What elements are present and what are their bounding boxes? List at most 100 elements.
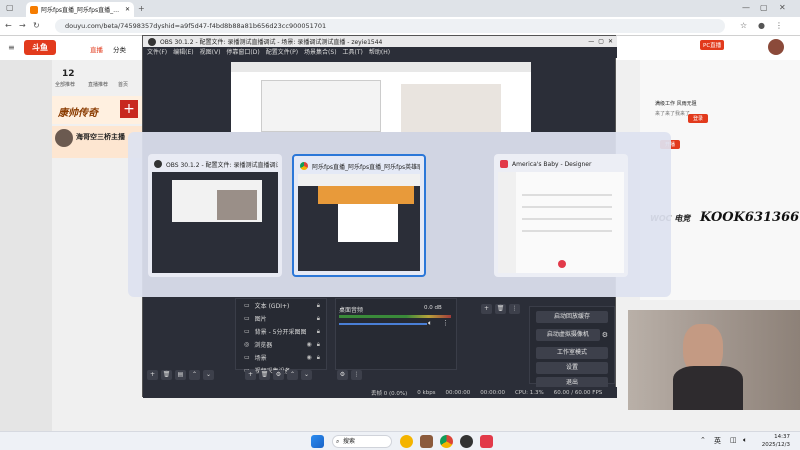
menu-edit[interactable]: 编辑(E) xyxy=(173,47,193,58)
game-banner[interactable]: 康帅传奇 + xyxy=(52,96,142,124)
webcam-feed xyxy=(628,310,800,410)
start-virtual-camera-button[interactable]: 启动虚拟摄像机 xyxy=(536,329,600,341)
source-row[interactable]: ▭ 背景 - 5分开采图图 🔒︎ xyxy=(236,325,326,338)
chrome-taskbar-icon[interactable] xyxy=(440,435,453,448)
windows-start-icon[interactable] xyxy=(311,435,324,448)
switcher-card-designer[interactable]: America's Baby - Designer xyxy=(494,154,628,277)
add-scene-button[interactable]: + xyxy=(147,370,158,380)
minimize-icon[interactable]: — xyxy=(742,3,750,13)
hamburger-menu-icon[interactable]: ≡ xyxy=(8,43,15,53)
obs-maximize-icon[interactable]: ▢ xyxy=(598,38,604,45)
bookmark-star-icon[interactable]: ☆ xyxy=(740,21,747,31)
file-explorer-icon[interactable] xyxy=(420,435,433,448)
source-up-button[interactable]: ⌃ xyxy=(287,370,298,380)
browser-tab-bar: ▢ 阿乐fps直播_阿乐fps直播_阿乐 ✕ + — ▢ ✕ xyxy=(0,0,800,17)
source-properties-button[interactable]: ⚙︎ xyxy=(273,370,284,380)
audio-menu-icon[interactable]: ⋮ xyxy=(442,319,449,327)
avatar[interactable] xyxy=(768,39,784,55)
mixer-settings-button[interactable]: ⚙︎ xyxy=(337,370,348,380)
menu-docks[interactable]: 停靠窗口(D) xyxy=(226,47,259,58)
profile-icon[interactable]: ● xyxy=(758,21,765,31)
clock-time: 14:37 xyxy=(774,434,790,440)
close-window-icon[interactable]: ✕ xyxy=(779,3,786,13)
switcher-card-chrome[interactable]: 阿乐fps直播_阿乐fps直播_阿乐fps英雄联盟直播 - Google... xyxy=(292,154,426,277)
speaker-icon[interactable]: 🔈︎ xyxy=(428,319,432,328)
tab-title: 阿乐fps直播_阿乐fps直播_阿乐 xyxy=(41,7,122,14)
mixer-menu-button[interactable]: ⋮ xyxy=(351,370,362,380)
widgets-icon[interactable] xyxy=(400,435,413,448)
menu-profile[interactable]: 配置文件(P) xyxy=(266,47,298,58)
filter-button[interactable]: ▤ xyxy=(175,370,186,380)
close-tab-icon[interactable]: ✕ xyxy=(125,6,130,13)
add-source-button[interactable]: + xyxy=(245,370,256,380)
add-transition-button[interactable]: + xyxy=(481,304,492,314)
tray-chevron-icon[interactable]: ⌃ xyxy=(700,436,706,444)
obs-close-icon[interactable]: ✕ xyxy=(608,38,613,45)
virtual-camera-settings-icon[interactable]: ⚙︎ xyxy=(602,331,608,339)
back-icon[interactable]: ← xyxy=(5,21,12,31)
douyu-logo[interactable]: 斗鱼 xyxy=(24,40,56,55)
menu-help[interactable]: 帮助(H) xyxy=(369,47,390,58)
volume-icon[interactable]: 🔈︎ xyxy=(743,436,747,445)
start-replay-buffer-button[interactable]: 启动回放缓存 xyxy=(536,311,608,323)
move-up-button[interactable]: ⌃ xyxy=(189,370,200,380)
scene-icon: ▭ xyxy=(244,354,250,361)
source-row[interactable]: ▭ 图片 🔒︎ xyxy=(236,312,326,325)
lock-icon[interactable]: 🔒︎ xyxy=(317,302,320,310)
obs-minimize-icon[interactable]: — xyxy=(588,38,594,45)
lock-icon[interactable]: 🔒︎ xyxy=(317,354,320,362)
nav-live[interactable]: 直播 xyxy=(90,44,103,54)
source-row[interactable]: ▭ 场景 ◉ 🔒︎ xyxy=(236,351,326,364)
taskbar-search[interactable]: ⌕ 搜索 xyxy=(332,435,392,448)
pc-live-badge[interactable]: PC直播 xyxy=(700,40,725,50)
clock[interactable]: 14:37 2025/12/3 xyxy=(760,433,790,449)
more-menu-icon[interactable]: ⋮ xyxy=(775,21,783,31)
visibility-eye-icon[interactable]: ◉ xyxy=(307,354,312,361)
designer-app-icon xyxy=(500,160,508,168)
volume-slider[interactable] xyxy=(339,323,427,325)
menu-view[interactable]: 视图(V) xyxy=(200,47,221,58)
menu-tools[interactable]: 工具(T) xyxy=(343,47,363,58)
obs-title-bar: OBS 30.1.2 - 配置文件: 录播测试直播调试 - 场景: 录播调试测试… xyxy=(143,36,617,47)
card-title: OBS 30.1.2 - 配置文件: 录播测试直播调试 - 场景... xyxy=(166,161,278,169)
menu-scene-collection[interactable]: 场景集合(S) xyxy=(304,47,337,58)
switcher-card-obs[interactable]: OBS 30.1.2 - 配置文件: 录播测试直播调试 - 场景... xyxy=(148,154,282,277)
settings-button[interactable]: 设置 xyxy=(536,362,608,374)
obs-preview[interactable] xyxy=(231,62,531,132)
network-icon[interactable]: ◫ xyxy=(730,436,737,444)
remove-source-button[interactable]: 🗑︎ xyxy=(259,370,270,380)
obs-taskbar-icon[interactable] xyxy=(460,435,473,448)
browser-tab[interactable]: 阿乐fps直播_阿乐fps直播_阿乐 ✕ xyxy=(26,2,134,17)
source-toolbar: + 🗑︎ ⚙︎ ⌃ ⌄ xyxy=(245,370,315,380)
visibility-eye-icon[interactable]: ◉ xyxy=(307,341,312,348)
transition-menu-button[interactable]: ⋮ xyxy=(509,304,520,314)
audio-meter xyxy=(339,315,451,318)
nav-category[interactable]: 分类 xyxy=(113,44,126,54)
sidebar-label-home[interactable]: 首页 xyxy=(118,81,128,88)
source-down-button[interactable]: ⌄ xyxy=(301,370,312,380)
maximize-icon[interactable]: ▢ xyxy=(760,3,768,13)
language-indicator[interactable]: 英 xyxy=(714,436,721,446)
new-tab-icon[interactable]: + xyxy=(138,4,145,14)
remove-scene-button[interactable]: 🗑︎ xyxy=(161,370,172,380)
audio-source-label: 桌面音频 xyxy=(339,307,364,314)
lock-icon[interactable]: 🔒︎ xyxy=(317,341,320,349)
source-row[interactable]: ◎ 浏览器 ◉ 🔒︎ xyxy=(236,338,326,351)
remove-transition-button[interactable]: 🗑︎ xyxy=(495,304,506,314)
designer-taskbar-icon[interactable] xyxy=(480,435,493,448)
obs-menu-bar: 文件(F) 编辑(E) 视图(V) 停靠窗口(D) 配置文件(P) 场景集合(S… xyxy=(143,47,617,58)
lock-icon[interactable]: 🔒︎ xyxy=(317,315,320,323)
tab-menu-icon[interactable]: ▢ xyxy=(6,3,14,13)
lock-icon[interactable]: 🔒︎ xyxy=(317,328,320,336)
forward-icon[interactable]: → xyxy=(19,21,26,31)
right-label-button[interactable]: 登录 xyxy=(688,114,709,123)
source-row[interactable]: ▭ 文本 (GDI+) 🔒︎ xyxy=(236,299,326,312)
move-down-button[interactable]: ⌄ xyxy=(203,370,214,380)
url-field[interactable]: douyu.com/beta/74598357dyshid=a9f5d47-f4… xyxy=(55,19,725,33)
studio-mode-button[interactable]: 工作室模式 xyxy=(536,347,608,359)
sidebar-label-live[interactable]: 直播推荐 xyxy=(88,81,108,88)
menu-file[interactable]: 文件(F) xyxy=(147,47,167,58)
reload-icon[interactable]: ↻ xyxy=(33,21,40,31)
sidebar-label-recommend[interactable]: 全部推荐 xyxy=(55,81,75,88)
banner-text: 康帅传奇 xyxy=(58,108,98,119)
